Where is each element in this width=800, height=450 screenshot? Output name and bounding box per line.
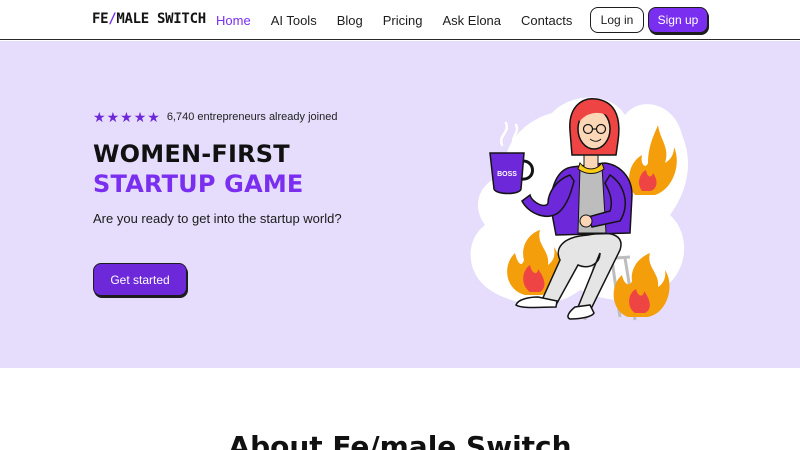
logo-text-start: FE	[92, 11, 109, 27]
boss-woman-illustration: BOSS	[470, 97, 689, 321]
shoe-right	[567, 304, 595, 320]
get-started-button[interactable]: Get started	[93, 263, 187, 296]
signup-button[interactable]: Sign up	[648, 7, 708, 33]
nav-ask-elona[interactable]: Ask Elona	[442, 13, 501, 28]
nav-ai-tools[interactable]: AI Tools	[271, 13, 317, 28]
headline-line-1: WOMEN-FIRST	[93, 140, 290, 168]
nav-pricing[interactable]: Pricing	[383, 13, 423, 28]
star-icon: ★	[120, 109, 133, 125]
mug-label: BOSS	[497, 171, 517, 178]
nav-blog[interactable]: Blog	[337, 13, 363, 28]
brand-logo[interactable]: FE/MALE SWITCH	[92, 11, 206, 27]
hero-headline: WOMEN-FIRST STARTUP GAME	[93, 139, 304, 199]
main-nav: Home AI Tools Blog Pricing Ask Elona Con…	[216, 0, 592, 40]
star-rating-icon: ★ ★ ★ ★ ★	[93, 110, 161, 124]
nav-contacts[interactable]: Contacts	[521, 13, 572, 28]
hero-subtitle: Are you ready to get into the startup wo…	[93, 211, 342, 226]
star-icon: ★	[93, 109, 106, 125]
site-header: FE/MALE SWITCH Home AI Tools Blog Pricin…	[0, 0, 800, 40]
star-icon: ★	[147, 109, 160, 125]
star-icon: ★	[106, 109, 120, 125]
joined-count-text: 6,740 entrepreneurs already joined	[166, 111, 338, 123]
about-heading: About Fe/male Switch	[228, 430, 572, 450]
logo-text-end: MALE SWITCH	[116, 11, 206, 27]
social-proof: ★ ★ ★ ★ ★ 6,740 entrepreneurs already jo…	[93, 110, 337, 124]
headline-line-2: STARTUP GAME	[93, 170, 304, 198]
character-hand-right	[579, 214, 593, 228]
character-neck	[583, 154, 599, 170]
nav-home[interactable]: Home	[216, 13, 251, 28]
login-button[interactable]: Log in	[590, 7, 644, 33]
star-icon: ★	[133, 109, 147, 125]
